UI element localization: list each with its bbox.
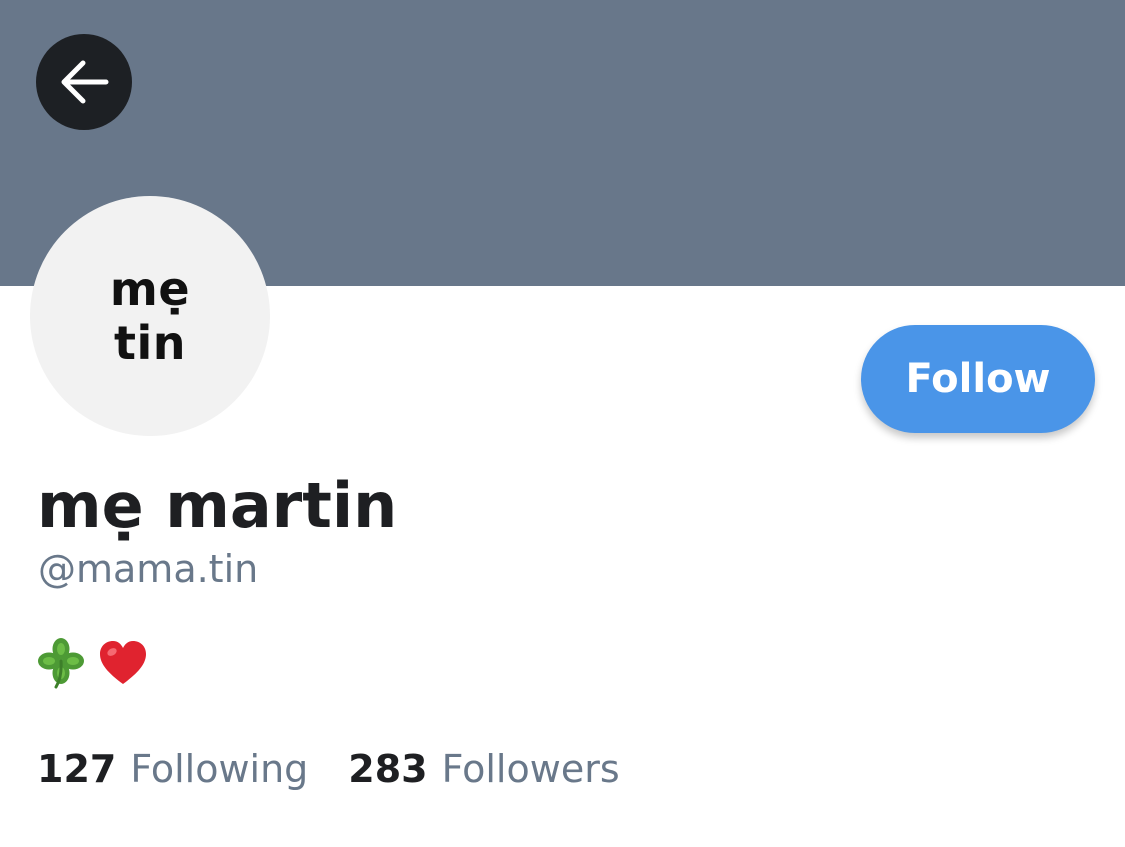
avatar[interactable]: mẹ tin bbox=[30, 196, 270, 436]
four-leaf-clover-icon bbox=[38, 638, 84, 689]
avatar-text-line-2: tin bbox=[113, 316, 186, 370]
red-heart-icon bbox=[100, 641, 146, 684]
following-count: 127 bbox=[37, 747, 117, 791]
following-label: Following bbox=[130, 747, 309, 791]
followers-label: Followers bbox=[441, 747, 620, 791]
arrow-left-icon bbox=[61, 60, 109, 104]
profile-stats: 127 Following 283 Followers bbox=[37, 745, 620, 793]
back-button[interactable] bbox=[36, 34, 132, 130]
bio bbox=[36, 636, 148, 690]
following-stat[interactable]: 127 Following bbox=[37, 745, 308, 793]
follow-button[interactable]: Follow bbox=[861, 325, 1095, 433]
profile-page: mẹ tin Follow mẹ martin @mama.tin 127 Fo… bbox=[0, 0, 1125, 847]
user-handle: @mama.tin bbox=[38, 547, 259, 591]
avatar-text-line-1: mẹ bbox=[109, 262, 191, 316]
followers-stat[interactable]: 283 Followers bbox=[348, 745, 619, 793]
display-name: mẹ martin bbox=[37, 469, 398, 542]
followers-count: 283 bbox=[348, 747, 428, 791]
